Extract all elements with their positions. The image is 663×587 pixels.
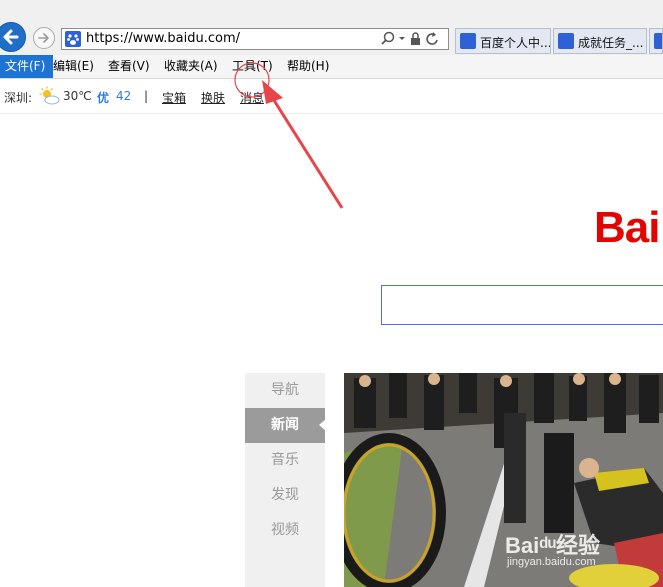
tab-label: 成就任务_... xyxy=(578,36,644,50)
watermark: Baiᵈᵘ经验 jingyan.baidu.com xyxy=(505,528,600,568)
air-quality-label: 优 xyxy=(97,91,110,105)
baidu-favicon-icon xyxy=(558,33,574,49)
tab-label: 百度个人中... xyxy=(480,36,551,50)
baidu-logo: Bai xyxy=(594,203,660,252)
browser-toolbar: https://www.baidu.com/ 百度个人中... 成就任务_... xyxy=(0,0,663,55)
channel-video[interactable]: 视频 xyxy=(245,513,325,548)
menu-help[interactable]: 帮助(H) xyxy=(279,55,337,78)
separator: | xyxy=(144,89,149,103)
change-skin-link[interactable]: 换肤 xyxy=(201,89,225,106)
watermark-url: jingyan.baidu.com xyxy=(507,556,596,568)
baidu-favicon-icon xyxy=(65,31,81,47)
channel-music[interactable]: 音乐 xyxy=(245,443,325,478)
air-quality-value: 42 xyxy=(116,89,132,103)
refresh-icon[interactable] xyxy=(426,32,438,45)
menu-edit[interactable]: 编辑(E) xyxy=(45,55,102,78)
search-input[interactable] xyxy=(381,285,663,325)
treasure-box-link[interactable]: 宝箱 xyxy=(162,89,186,106)
menu-view[interactable]: 查看(V) xyxy=(100,55,158,78)
forward-button[interactable] xyxy=(33,27,55,49)
channel-discover[interactable]: 发现 xyxy=(245,478,325,513)
address-bar-tools xyxy=(380,30,444,48)
tab-achievement-tasks[interactable]: 成就任务_... xyxy=(553,28,647,54)
back-button[interactable] xyxy=(0,22,26,52)
temperature: 30℃ xyxy=(63,89,92,103)
menu-bar: 文件(F) 编辑(E) 查看(V) 收藏夹(A) 工具(T) 帮助(H) xyxy=(0,55,663,79)
search-icon[interactable] xyxy=(381,31,395,45)
menu-favorites[interactable]: 收藏夹(A) xyxy=(156,55,226,78)
messages-link[interactable]: 消息 xyxy=(240,89,264,106)
tab-baidu-personal-center[interactable]: 百度个人中... xyxy=(455,28,551,54)
url-text: https://www.baidu.com/ xyxy=(86,31,241,46)
arrow-right-icon xyxy=(38,33,49,43)
chevron-down-icon[interactable] xyxy=(399,37,405,40)
baidu-favicon-icon xyxy=(460,33,476,49)
address-bar[interactable]: https://www.baidu.com/ xyxy=(61,28,449,50)
menu-tools[interactable]: 工具(T) xyxy=(224,55,281,78)
tab-partial[interactable] xyxy=(649,28,663,54)
news-photo[interactable] xyxy=(344,373,663,587)
arrow-left-icon xyxy=(3,29,19,45)
watermark-logo: Baiᵈᵘ经验 xyxy=(505,533,600,558)
lock-icon[interactable] xyxy=(411,32,420,45)
channel-menu: 导航 新闻 音乐 发现 视频 xyxy=(245,373,326,587)
top-info-bar: 深圳: 30℃ 优 42 | 宝箱 换肤 消息 xyxy=(0,79,663,114)
baidu-favicon-icon xyxy=(654,33,662,49)
channel-navigation[interactable]: 导航 xyxy=(245,373,325,408)
channel-news[interactable]: 新闻 xyxy=(245,408,326,443)
city-label: 深圳: xyxy=(4,91,33,105)
sun-cloud-icon xyxy=(39,86,60,105)
